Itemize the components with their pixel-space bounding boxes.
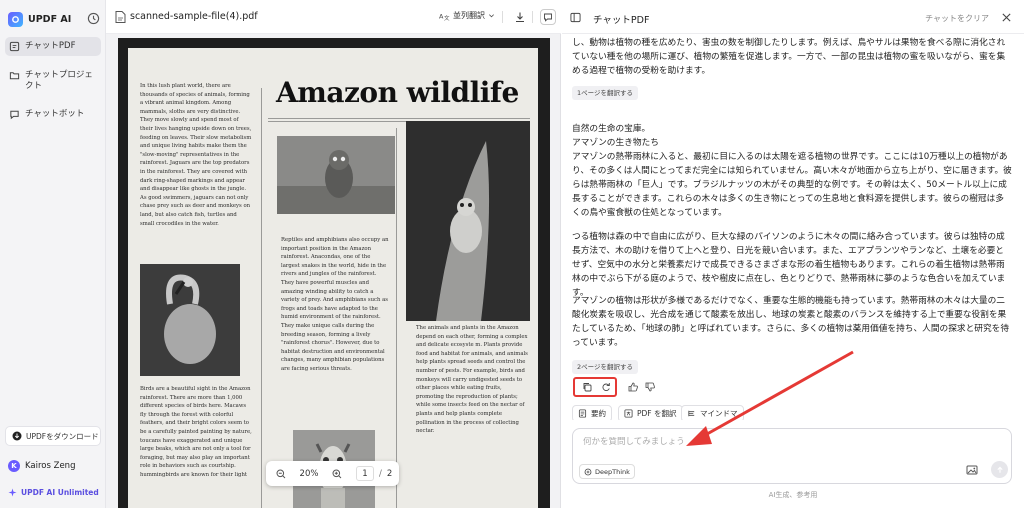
regenerate-icon[interactable] (601, 382, 611, 392)
svg-text:文: 文 (444, 14, 450, 21)
page-number-input[interactable]: 1 (356, 466, 374, 481)
download-updf-button[interactable]: UPDFをダウンロード (5, 426, 101, 446)
brand: UPDF AI (8, 10, 100, 28)
ai-message-text: アマゾンの植物は形状が多様であるだけでなく、重要な生態的機能も持っています。熱帯… (572, 296, 1010, 348)
image-upload-icon[interactable] (966, 464, 978, 476)
ai-disclaimer: AI生成、参考用 (768, 491, 818, 499)
deepthink-label: DeepThink (595, 467, 630, 476)
deepthink-icon (584, 468, 592, 475)
copy-icon[interactable] (582, 382, 592, 392)
zoom-out-icon[interactable] (276, 469, 286, 479)
divider (502, 11, 503, 23)
owl-photo (277, 136, 395, 214)
pdf-page: Amazon wildlife In this lush plant world… (128, 48, 538, 508)
deepthink-toggle[interactable]: DeepThink (579, 464, 635, 479)
file-name: scanned-sample-file(4).pdf (130, 11, 258, 22)
download-circle-icon (12, 431, 22, 441)
sidebar-item-chat-pdf[interactable]: チャットPDF (5, 37, 101, 56)
chat-ai-icon (544, 13, 552, 22)
column-rule (261, 88, 262, 508)
sidebar-item-label: チャットプロジェクト (25, 70, 93, 91)
translate-icon (624, 409, 633, 418)
translate-page-2-button[interactable]: 2ページを翻訳する (572, 360, 639, 374)
chat-input-box[interactable]: DeepThink (572, 428, 1012, 484)
article-column-1-bottom: Birds are a beautiful sight in the Amazo… (140, 386, 252, 478)
send-button[interactable] (991, 461, 1008, 478)
zoom-toolbar: 20% 1 / 2 (266, 461, 399, 486)
sidebar: UPDF AI チャットPDF チャットプロジェクト チャットボット UPDFを… (0, 0, 106, 508)
sidebar-item-label: チャットボット (25, 109, 85, 119)
thumbs-up-icon[interactable] (628, 382, 638, 392)
download-icon[interactable] (514, 11, 526, 23)
chat-header: チャットPDF チャットをクリア (562, 0, 1024, 34)
article-column-3: The animals and plants in the Amazon dep… (416, 325, 528, 435)
chevron-down-icon (489, 14, 494, 18)
download-label: UPDFをダウンロード (26, 431, 99, 441)
ai-message-text: し、動物は植物の種を広めたり、害虫の数を制御したりします。例えば、鳥やサルは果物… (572, 38, 1006, 76)
summarize-chip[interactable]: 要約 (572, 405, 612, 420)
zoom-in-icon[interactable] (332, 469, 342, 479)
chat-panel-toggle-button[interactable] (540, 9, 556, 25)
mind-map-icon (688, 410, 695, 417)
column-rule (396, 128, 397, 508)
ai-message-text: 自然の生命の宝庫。 (572, 124, 651, 134)
sidebar-toggle-icon[interactable] (570, 12, 581, 23)
chat-messages: し、動物は植物の種を広めたり、害虫の数を制御したりします。例えば、鳥やサルは果物… (572, 36, 1014, 420)
ai-message-text: アマゾンの熱帯雨林に入ると、最初に目に入るのは太陽を遮る植物の世界です。ここには… (572, 152, 1012, 218)
send-arrow-icon (996, 466, 1003, 473)
brand-name: UPDF AI (28, 13, 72, 25)
translate-icon: A文 (439, 12, 450, 21)
parallel-translate-button[interactable]: A文 並列翻訳 (439, 10, 495, 21)
clear-chat-button[interactable]: チャットをクリア (925, 13, 989, 24)
close-icon[interactable] (1001, 12, 1012, 23)
user-profile[interactable]: K Kairos Zeng (8, 460, 75, 472)
zoom-level[interactable]: 20% (294, 469, 324, 479)
chat-input[interactable] (583, 437, 983, 447)
ai-message-text: つる植物は森の中で自由に広がり、巨大な緑のパイソンのように木々の間に絡み合ってい… (572, 232, 1006, 298)
flamingo-photo (140, 264, 240, 376)
avatar: K (8, 460, 20, 472)
article-column-1-top: In this lush plant world, there are thou… (140, 83, 252, 227)
page-separator: / (379, 468, 382, 479)
page-total: 2 (386, 468, 393, 479)
history-clock-icon[interactable] (87, 12, 100, 25)
chat-panel: チャットPDF チャットをクリア し、動物は植物の種を広めたり、害虫の数を制御し… (562, 0, 1024, 508)
translate-label: 並列翻訳 (453, 11, 485, 20)
sidebar-item-chat-project[interactable]: チャットプロジェクト (5, 66, 101, 96)
chat-title: チャットPDF (593, 15, 650, 26)
sparkle-icon (8, 488, 17, 497)
updf-logo-icon (8, 11, 23, 27)
upgrade-link[interactable]: UPDF AI Unlimited (8, 488, 99, 497)
ai-message-text: アマゾンの生き物たち (572, 138, 659, 148)
chip-label: PDF を翻訳 (637, 409, 677, 418)
thumbs-down-icon[interactable] (645, 382, 655, 392)
article-column-2: Reptiles and amphibians also occupy an i… (281, 237, 389, 372)
unlimited-label: UPDF AI Unlimited (21, 488, 99, 497)
user-name: Kairos Zeng (25, 461, 76, 471)
chat-bubble-icon (10, 110, 19, 120)
folder-icon (9, 72, 20, 80)
translate-pdf-chip[interactable]: PDF を翻訳 (618, 405, 683, 420)
divider (532, 11, 533, 23)
chip-label: マインドマ (700, 409, 738, 418)
mind-map-chip[interactable]: マインドマ (681, 405, 744, 420)
summary-icon (578, 409, 587, 418)
article-title: Amazon wildlife (276, 76, 519, 109)
chat-pdf-icon (9, 41, 20, 52)
sidebar-item-chat-bot[interactable]: チャットボット (5, 105, 101, 124)
chip-label: 要約 (591, 409, 606, 418)
pdf-page-area[interactable]: Amazon wildlife In this lush plant world… (118, 38, 550, 508)
translate-page-1-button[interactable]: 1ページを翻訳する (572, 86, 639, 100)
sidebar-item-label: チャットPDF (25, 41, 76, 51)
frog-photo (406, 121, 530, 321)
title-rule (268, 118, 530, 119)
pdf-viewer: scanned-sample-file(4).pdf A文 並列翻訳 Amazo… (106, 0, 561, 508)
viewer-toolbar: scanned-sample-file(4).pdf A文 並列翻訳 (106, 0, 561, 34)
pdf-file-icon (115, 11, 126, 23)
